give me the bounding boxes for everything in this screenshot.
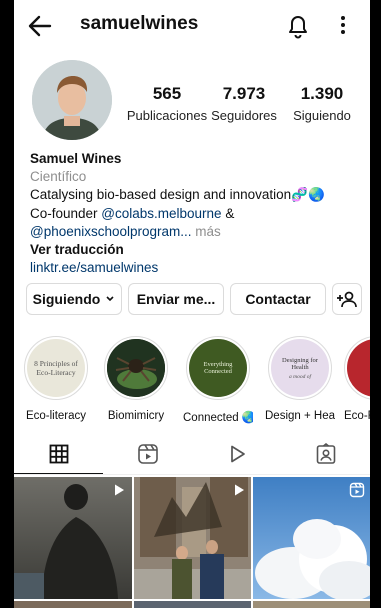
highlight-cover-text: Designing for Health bbox=[282, 356, 318, 371]
message-button-label: Enviar me... bbox=[136, 291, 216, 307]
highlight-eco-r[interactable]: Z Eco-R bbox=[344, 336, 370, 422]
highlight-connected[interactable]: Everything Connected Connected 🌏 bbox=[183, 336, 253, 424]
top-bar: samuelwines bbox=[14, 0, 370, 52]
grid-icon bbox=[49, 444, 68, 464]
post-thumbnail[interactable] bbox=[14, 477, 132, 599]
highlight-biomimicry[interactable]: Biomimicry bbox=[101, 336, 171, 422]
more-vertical-icon[interactable] bbox=[336, 13, 350, 37]
highlight-label: Connected 🌏 bbox=[183, 412, 253, 424]
highlight-cover: Z bbox=[347, 339, 370, 397]
post-thumbnail[interactable] bbox=[14, 601, 132, 608]
stat-followers[interactable]: 7.973 Seguidores bbox=[203, 84, 285, 123]
video-play-icon bbox=[235, 484, 244, 496]
bio-line: @phoenixschoolprogram... más bbox=[30, 223, 360, 241]
posts-count: 565 bbox=[152, 84, 182, 103]
bio-line: Co-founder @colabs.melbourne & bbox=[30, 205, 360, 223]
highlight-cover-subtext: a mood of bbox=[289, 373, 311, 380]
external-link[interactable]: linktr.ee/samuelwines bbox=[30, 259, 360, 277]
highlight-cover: 8 Principles of Eco-Literacy bbox=[27, 339, 85, 397]
posts-label: Publicaciones bbox=[126, 108, 208, 123]
profile-bio: Samuel Wines Científico Catalysing bio-b… bbox=[30, 150, 360, 277]
stat-posts[interactable]: 565 Publicaciones bbox=[126, 84, 208, 123]
profile-category: Científico bbox=[30, 169, 87, 185]
spider-image bbox=[107, 339, 165, 397]
mention-phoenix-link[interactable]: @phoenixschoolprogram... bbox=[30, 224, 192, 239]
highlight-ring: Z bbox=[344, 336, 370, 400]
tab-videos[interactable] bbox=[192, 434, 281, 474]
tabs-divider bbox=[14, 474, 370, 475]
mention-colabs-link[interactable]: @colabs.melbourne bbox=[101, 206, 221, 221]
play-icon bbox=[230, 445, 245, 463]
translate-link[interactable]: Ver traducción bbox=[30, 241, 360, 259]
chevron-down-icon bbox=[106, 296, 114, 302]
bio-line: Catalysing bio-based design and innovati… bbox=[30, 186, 360, 204]
highlight-ring bbox=[104, 336, 168, 400]
profile-username: samuelwines bbox=[80, 13, 199, 34]
back-arrow-icon[interactable] bbox=[26, 12, 54, 40]
highlight-eco-literacy[interactable]: 8 Principles of Eco-Literacy Eco-literac… bbox=[21, 336, 91, 422]
contact-button-label: Contactar bbox=[245, 291, 311, 307]
highlight-design-health[interactable]: Designing for Health a mood of Design + … bbox=[265, 336, 335, 422]
highlight-cover-text: Everything Connected bbox=[203, 361, 233, 375]
tab-tagged[interactable] bbox=[281, 434, 370, 474]
stat-following[interactable]: 1.390 Siguiendo bbox=[281, 84, 363, 123]
post-thumbnail[interactable] bbox=[134, 601, 251, 608]
reel-icon bbox=[349, 482, 365, 498]
suggest-people-button[interactable] bbox=[332, 283, 362, 315]
highlight-label: Design + Heal... bbox=[265, 410, 335, 422]
profile-tabs bbox=[14, 434, 370, 475]
highlight-cover-text: 8 Principles of Eco-Literacy bbox=[34, 359, 78, 377]
highlight-cover: Everything Connected bbox=[189, 339, 247, 397]
add-person-icon bbox=[337, 291, 357, 308]
profile-avatar[interactable] bbox=[32, 60, 112, 140]
highlight-ring: Designing for Health a mood of bbox=[268, 336, 332, 400]
reels-icon bbox=[137, 444, 158, 464]
post-thumbnail[interactable] bbox=[253, 477, 370, 599]
following-button[interactable]: Siguiendo bbox=[26, 283, 122, 315]
tab-grid[interactable] bbox=[14, 434, 103, 474]
following-count: 1.390 bbox=[300, 84, 344, 103]
followers-label: Seguidores bbox=[211, 108, 277, 123]
message-button[interactable]: Enviar me... bbox=[128, 283, 224, 315]
bell-icon[interactable] bbox=[286, 13, 310, 39]
highlight-label: Eco-R bbox=[344, 410, 370, 422]
highlight-label: Biomimicry bbox=[107, 410, 165, 422]
highlight-cover: Designing for Health a mood of bbox=[271, 339, 329, 397]
cofounder-text: Co-founder bbox=[30, 205, 102, 221]
highlight-ring: Everything Connected bbox=[186, 336, 250, 400]
profile-screen: samuelwines 565 Publicaciones 7.973 Segu… bbox=[14, 0, 370, 608]
dna-globe-emoji: 🧬🌏 bbox=[291, 187, 325, 203]
followers-count: 7.973 bbox=[222, 84, 266, 103]
display-name: Samuel Wines bbox=[30, 151, 122, 166]
video-play-icon bbox=[115, 484, 124, 496]
tagged-icon bbox=[316, 443, 335, 464]
highlight-label: Eco-literacy bbox=[25, 410, 87, 422]
bio-text: Catalysing bio-based design and innovati… bbox=[30, 187, 292, 203]
more-link[interactable]: más bbox=[192, 224, 221, 239]
highlight-cover bbox=[107, 339, 165, 397]
post-thumbnail[interactable] bbox=[134, 477, 251, 599]
tab-reels[interactable] bbox=[103, 434, 192, 474]
ampersand-text: & bbox=[221, 205, 235, 221]
highlight-ring: 8 Principles of Eco-Literacy bbox=[24, 336, 88, 400]
contact-button[interactable]: Contactar bbox=[230, 283, 326, 315]
following-button-label: Siguiendo bbox=[32, 291, 101, 307]
post-thumbnail[interactable] bbox=[253, 601, 370, 608]
following-label: Siguiendo bbox=[293, 108, 351, 123]
